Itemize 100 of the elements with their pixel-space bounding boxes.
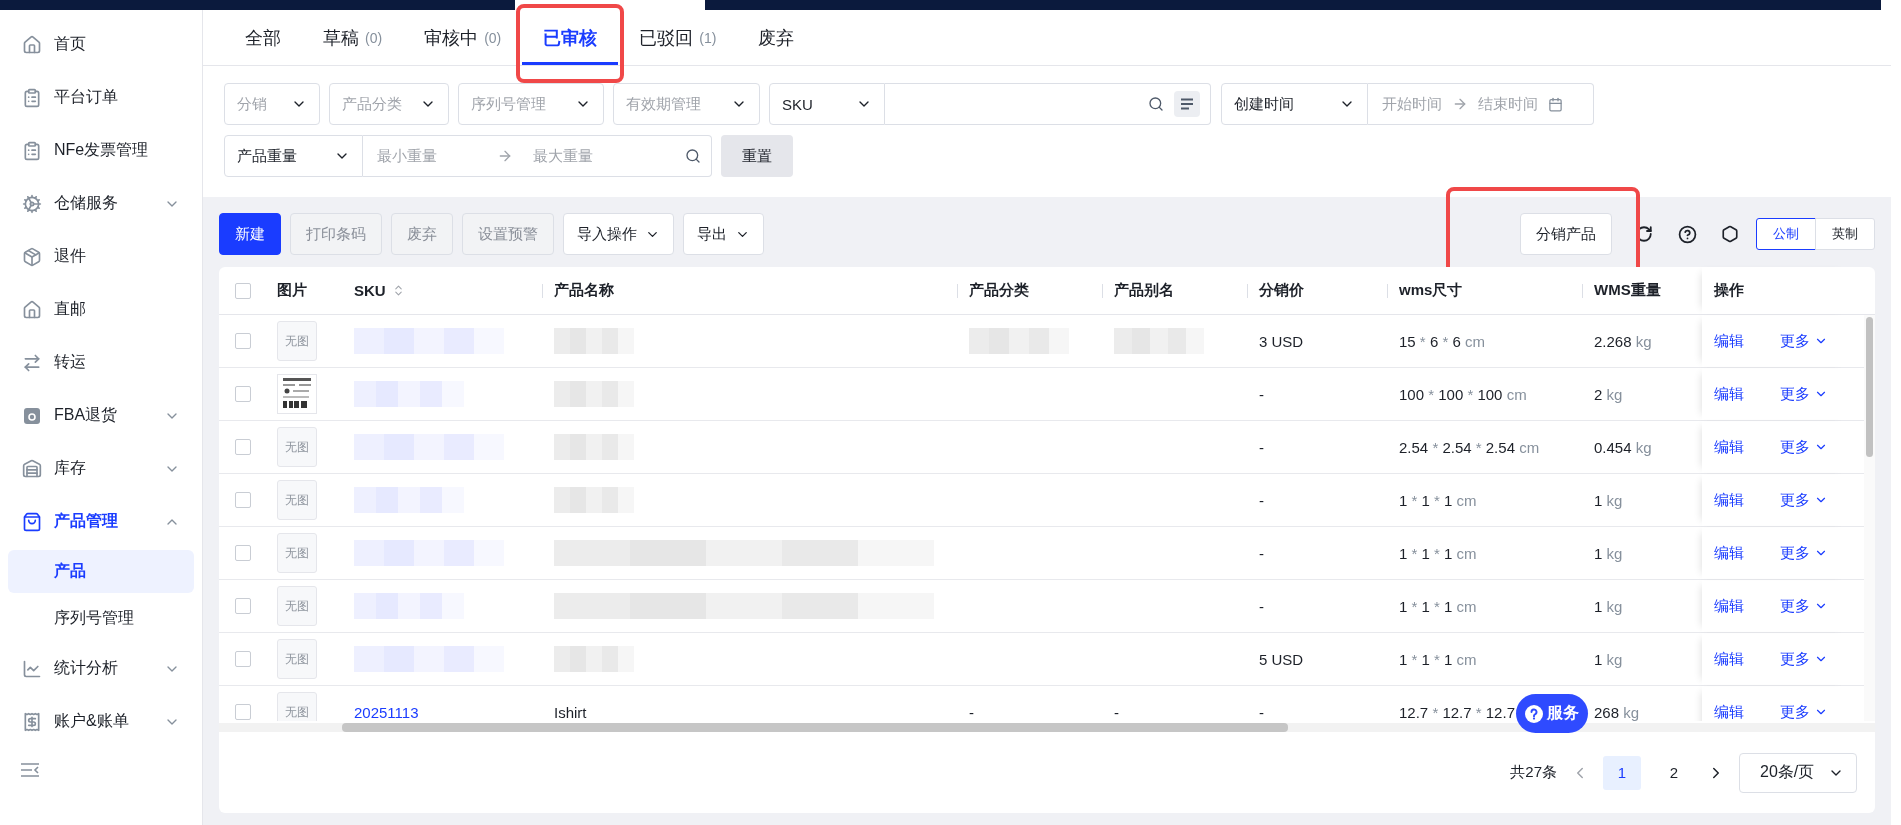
search-icon: [1148, 96, 1164, 112]
edit-link[interactable]: 编辑: [1714, 702, 1744, 721]
checkbox[interactable]: [235, 439, 251, 455]
edit-link[interactable]: 编辑: [1714, 543, 1744, 563]
more-link[interactable]: 更多: [1780, 596, 1828, 616]
unit-toggle[interactable]: 英制: [1815, 218, 1875, 250]
field-select[interactable]: SKU: [769, 83, 885, 125]
edit-link[interactable]: 编辑: [1714, 384, 1744, 404]
clipboard-icon: [22, 140, 42, 161]
column-header: 图片: [277, 281, 307, 300]
checkbox[interactable]: [235, 704, 251, 720]
table-cell: 1 kg: [1594, 650, 1623, 668]
sidebar-item[interactable]: 库存: [8, 442, 194, 495]
sidebar-item[interactable]: 退件: [8, 230, 194, 283]
checkbox[interactable]: [235, 598, 251, 614]
table-cell: -: [1259, 544, 1264, 562]
more-link[interactable]: 更多: [1780, 437, 1828, 457]
clipboard-icon: [22, 87, 42, 108]
field-select[interactable]: 创建时间: [1221, 83, 1368, 125]
sidebar-item[interactable]: 账户&账单: [8, 695, 194, 748]
more-link[interactable]: 更多: [1780, 331, 1828, 351]
checkbox[interactable]: [235, 333, 251, 349]
sidebar-subitem[interactable]: 序列号管理: [8, 597, 194, 640]
status-tab[interactable]: 已驳回 (1): [618, 10, 738, 65]
table-cell: -: [1114, 703, 1119, 721]
sidebar-item[interactable]: 平台订单: [8, 71, 194, 124]
sidebar-item[interactable]: 仓储服务: [8, 177, 194, 230]
page-button[interactable]: 2: [1655, 755, 1693, 790]
sidebar-item[interactable]: 转运: [8, 336, 194, 389]
reset-button[interactable]: 重置: [721, 135, 793, 177]
distribute-button[interactable]: 分销产品: [1520, 213, 1612, 255]
status-tab[interactable]: 废弃: [737, 10, 816, 65]
table-cell: -: [1259, 597, 1264, 615]
page-button[interactable]: 1: [1603, 755, 1641, 790]
table-cell: 0.454 kg: [1594, 438, 1652, 456]
field-select[interactable]: 产品重量: [224, 135, 363, 177]
toolbar-button[interactable]: 导出: [683, 213, 764, 255]
edit-link[interactable]: 编辑: [1714, 649, 1744, 669]
edit-link[interactable]: 编辑: [1714, 331, 1744, 351]
table-cell: 1 kg: [1594, 491, 1623, 509]
table-cell: 1 kg: [1594, 597, 1623, 615]
sidebar-item[interactable]: FBA退货: [8, 389, 194, 442]
status-tab[interactable]: 审核中 (0): [403, 10, 523, 65]
toolbar-button[interactable]: 新建: [219, 213, 281, 255]
table-cell: 268 kg: [1594, 703, 1640, 721]
table-cell: 1 kg: [1594, 544, 1623, 562]
edit-link[interactable]: 编辑: [1714, 490, 1744, 510]
checkbox[interactable]: [235, 545, 251, 561]
sidebar-item[interactable]: 首页: [8, 18, 194, 71]
gear-icon: [22, 193, 42, 214]
edit-link[interactable]: 编辑: [1714, 437, 1744, 457]
table-cell: 3 USD: [1259, 332, 1304, 350]
table-cell: -: [1259, 491, 1264, 509]
sku-link[interactable]: 20251113: [354, 703, 419, 721]
help-icon[interactable]: [1677, 224, 1697, 244]
image-thumbnail: 无图: [277, 321, 317, 361]
edit-link[interactable]: 编辑: [1714, 596, 1744, 616]
checkbox[interactable]: [235, 651, 251, 667]
list-icon[interactable]: [1174, 91, 1200, 117]
table-cell: -: [1259, 385, 1264, 403]
status-tab[interactable]: 草稿 (0): [302, 10, 404, 65]
more-link[interactable]: 更多: [1780, 702, 1828, 721]
sidebar-item[interactable]: 产品管理: [8, 495, 194, 548]
hexagon-icon[interactable]: [1721, 225, 1739, 243]
image-thumbnail: 无图: [277, 427, 317, 467]
unit-toggle[interactable]: 公制: [1756, 218, 1816, 250]
sidebar-item[interactable]: 统计分析: [8, 642, 194, 695]
more-link[interactable]: 更多: [1780, 384, 1828, 404]
sidebar-item[interactable]: NFe发票管理: [8, 124, 194, 177]
image-thumbnail: 无图: [277, 692, 317, 721]
page-size-select[interactable]: 20条/页: [1739, 752, 1857, 793]
search-icon: [685, 148, 701, 164]
table-cell: 2.54 * 2.54 * 2.54 cm: [1399, 438, 1540, 456]
checkbox[interactable]: [235, 282, 251, 299]
table-cell: -: [969, 703, 974, 721]
checkbox[interactable]: [235, 492, 251, 508]
toolbar-button[interactable]: 导入操作: [563, 213, 674, 255]
search-field[interactable]: [885, 83, 1211, 125]
column-header: 产品别名: [1114, 281, 1174, 300]
arrows-icon: [22, 352, 42, 373]
table-cell: 100 * 100 * 100 cm: [1399, 385, 1527, 403]
more-link[interactable]: 更多: [1780, 649, 1828, 669]
checkbox[interactable]: [235, 386, 251, 402]
column-header: 操作: [1714, 281, 1744, 300]
warehouse-icon: [22, 458, 42, 479]
more-link[interactable]: 更多: [1780, 543, 1828, 563]
scrollbar-thumb[interactable]: [1866, 317, 1873, 457]
chart-icon: [22, 658, 42, 679]
collapse-menu-icon[interactable]: [20, 762, 40, 778]
table-cell: 1 * 1 * 1 cm: [1399, 544, 1477, 562]
sidebar-subitem[interactable]: 产品: [8, 550, 194, 593]
table-cell: 2.268 kg: [1594, 332, 1652, 350]
table-cell: 5 USD: [1259, 650, 1304, 668]
more-link[interactable]: 更多: [1780, 490, 1828, 510]
service-button[interactable]: 服务: [1516, 694, 1588, 733]
scrollbar-thumb[interactable]: [342, 723, 1288, 732]
status-tab[interactable]: 全部: [224, 10, 302, 65]
arrow-right-icon: [1452, 96, 1468, 112]
total-count: 共27条: [1510, 763, 1557, 782]
sidebar-item[interactable]: 直邮: [8, 283, 194, 336]
